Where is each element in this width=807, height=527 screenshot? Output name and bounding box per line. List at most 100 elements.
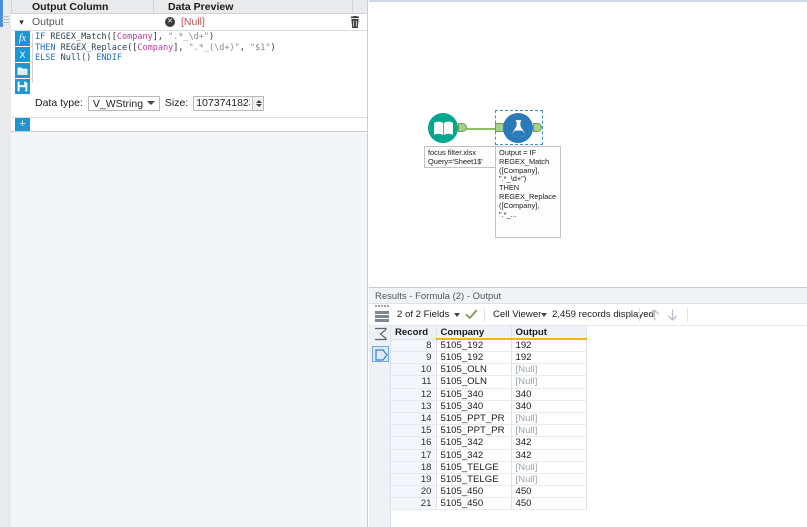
- cell-tag-icon[interactable]: [372, 346, 389, 362]
- cell-output[interactable]: 450: [511, 485, 587, 499]
- cell-output[interactable]: [Null]: [511, 461, 587, 474]
- formula-node[interactable]: [491, 112, 547, 144]
- formula-expression[interactable]: IF REGEX_Match([Company], ".*_\d+") THEN…: [35, 32, 363, 64]
- table-row[interactable]: 18 5105_TELGE [Null]: [391, 461, 587, 474]
- formula-punct: ): [270, 42, 276, 53]
- cell-company[interactable]: 5105_450: [436, 485, 512, 499]
- cell-company[interactable]: 5105_342: [436, 436, 512, 450]
- cell-record[interactable]: 12: [391, 388, 437, 401]
- cell-company[interactable]: 5105_340: [436, 400, 512, 413]
- trash-icon[interactable]: [349, 15, 361, 29]
- output-port[interactable]: [458, 123, 467, 132]
- table-row[interactable]: 8 5105_192 192: [391, 339, 587, 352]
- cell-output[interactable]: 192: [511, 351, 587, 365]
- size-input[interactable]: [193, 95, 254, 111]
- cell-company[interactable]: 5105_TELGE: [436, 461, 512, 474]
- cell-company[interactable]: 5105_450: [436, 497, 512, 511]
- cell-record[interactable]: 19: [391, 473, 437, 487]
- results-grid[interactable]: Record Company Output 8 5105_192 192 9 5105_…: [369, 326, 807, 527]
- cell-record[interactable]: 11: [391, 375, 437, 389]
- table-row[interactable]: 16 5105_342 342: [391, 436, 587, 450]
- table-row[interactable]: 21 5105_450 450: [391, 497, 587, 511]
- cell-output[interactable]: [Null]: [511, 424, 587, 438]
- table-row[interactable]: 11 5105_OLN [Null]: [391, 375, 587, 389]
- cell-record[interactable]: 17: [391, 449, 437, 462]
- stepper-up-icon: [255, 99, 262, 103]
- table-row[interactable]: 17 5105_342 342: [391, 449, 587, 462]
- chevron-down-icon[interactable]: [454, 313, 460, 317]
- column-header-record[interactable]: Record: [391, 326, 437, 340]
- cell-record[interactable]: 20: [391, 485, 437, 499]
- cell-output[interactable]: [Null]: [511, 473, 587, 487]
- cell-company[interactable]: 5105_PPT_PR: [436, 424, 512, 438]
- column-header-output[interactable]: Output: [511, 326, 587, 340]
- formula-punct: ): [209, 32, 215, 42]
- open-icon[interactable]: [15, 63, 30, 78]
- cell-company[interactable]: 5105_PPT_PR: [436, 412, 512, 426]
- cell-output[interactable]: 450: [511, 497, 587, 511]
- cell-record[interactable]: 9: [391, 351, 437, 365]
- chevron-down-icon[interactable]: ▾: [15, 16, 28, 29]
- table-row[interactable]: 9 5105_192 192: [391, 351, 587, 365]
- cell-output[interactable]: 340: [511, 388, 587, 401]
- output-column-row[interactable]: ▾ ✕ [Null]: [11, 14, 367, 31]
- cell-company[interactable]: 5105_192: [436, 339, 512, 352]
- cell-record[interactable]: 15: [391, 424, 437, 438]
- cell-company[interactable]: 5105_OLN: [436, 363, 512, 377]
- cell-output[interactable]: [Null]: [511, 363, 587, 377]
- formula-fn-regex-replace: REGEX_Replace: [60, 42, 128, 53]
- cell-company[interactable]: 5105_TELGE: [436, 473, 512, 487]
- clear-icon[interactable]: ✕: [165, 17, 175, 27]
- table-header-row: Record Company Output: [391, 326, 587, 340]
- column-header-company[interactable]: Company: [436, 326, 512, 340]
- input-data-node[interactable]: [424, 112, 472, 144]
- checkmark-icon[interactable]: [465, 308, 478, 321]
- book-icon: [428, 113, 458, 143]
- fields-selector-label[interactable]: 2 of 2 Fields: [397, 309, 449, 320]
- output-port[interactable]: [533, 123, 542, 132]
- variables-button[interactable]: X: [15, 47, 30, 62]
- cell-company[interactable]: 5105_OLN: [436, 375, 512, 389]
- table-row[interactable]: 14 5105_PPT_PR [Null]: [391, 412, 587, 426]
- table-row[interactable]: 10 5105_OLN [Null]: [391, 363, 587, 377]
- chevron-down-icon[interactable]: [541, 313, 547, 317]
- workflow-canvas[interactable]: focus filter.xlsx Query='Sheet1$' Output…: [369, 0, 807, 287]
- cell-record[interactable]: 18: [391, 461, 437, 474]
- cell-viewer-label[interactable]: Cell Viewer: [493, 309, 541, 320]
- cell-record[interactable]: 21: [391, 497, 437, 511]
- cell-record[interactable]: 16: [391, 436, 437, 450]
- table-row[interactable]: 13 5105_340 340: [391, 400, 587, 413]
- save-icon[interactable]: [15, 79, 30, 94]
- stepper-down-icon: [255, 103, 262, 107]
- cell-record[interactable]: 8: [391, 339, 437, 352]
- output-column-input[interactable]: [32, 15, 165, 29]
- sigma-icon[interactable]: [372, 327, 389, 343]
- arrow-down-icon[interactable]: [666, 308, 679, 322]
- cell-output[interactable]: 342: [511, 436, 587, 450]
- cell-company[interactable]: 5105_192: [436, 351, 512, 365]
- results-table[interactable]: Record Company Output 8 5105_192 192 9 5105_…: [391, 326, 587, 511]
- cell-output[interactable]: 340: [511, 400, 587, 413]
- cell-output[interactable]: 342: [511, 449, 587, 462]
- chevron-down-icon: [146, 100, 155, 105]
- table-row[interactable]: 20 5105_450 450: [391, 485, 587, 499]
- cell-record[interactable]: 14: [391, 412, 437, 426]
- size-stepper[interactable]: [253, 95, 265, 111]
- cell-record[interactable]: 10: [391, 363, 437, 377]
- add-button[interactable]: +: [15, 118, 30, 131]
- results-panel: Results - Formula (2) - Output 2 of 2 Fi…: [369, 287, 807, 527]
- cell-company[interactable]: 5105_342: [436, 449, 512, 462]
- table-row[interactable]: 19 5105_TELGE [Null]: [391, 473, 587, 487]
- config-empty-area: [11, 132, 367, 527]
- cell-output[interactable]: [Null]: [511, 412, 587, 426]
- table-row[interactable]: 12 5105_340 340: [391, 388, 587, 401]
- data-type-select[interactable]: V_WString: [87, 95, 160, 111]
- cell-record[interactable]: 13: [391, 400, 437, 413]
- cell-company[interactable]: 5105_340: [436, 388, 512, 401]
- functions-button[interactable]: fx: [15, 31, 30, 46]
- table-row[interactable]: 15 5105_PPT_PR [Null]: [391, 424, 587, 438]
- cell-output[interactable]: [Null]: [511, 375, 587, 389]
- cell-output[interactable]: 192: [511, 339, 587, 352]
- arrow-up-icon[interactable]: [648, 308, 661, 322]
- toolbar-grip[interactable]: [373, 305, 391, 325]
